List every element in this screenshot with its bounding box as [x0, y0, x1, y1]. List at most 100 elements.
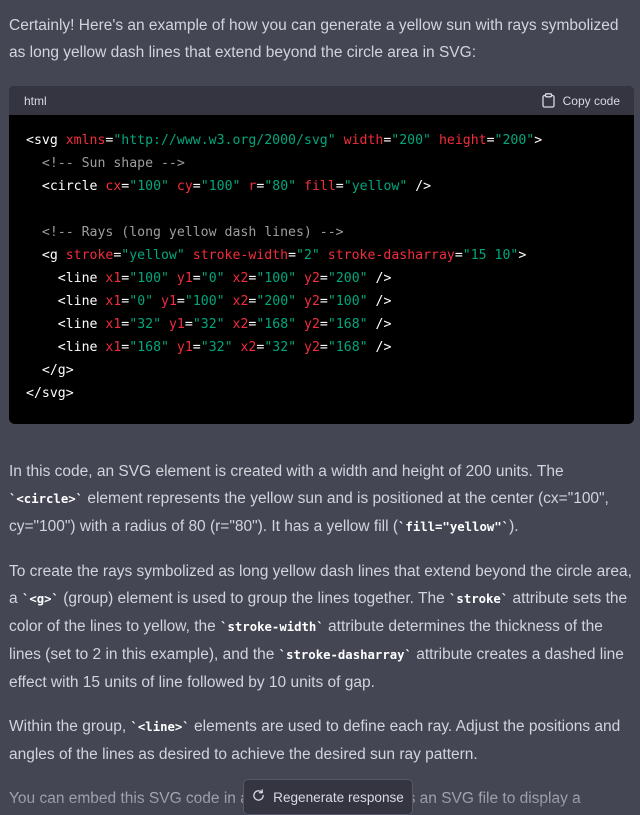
code-token: <!-- Rays (long yellow dash lines) --> [41, 225, 344, 240]
code-token: "100" [184, 294, 225, 309]
copy-code-button[interactable]: Copy code [541, 93, 620, 108]
code-token: "2" [296, 248, 320, 263]
code-token: height [438, 133, 487, 148]
code-token: <line [26, 294, 106, 309]
code-token: stroke [65, 248, 114, 263]
code-token: = [335, 179, 344, 194]
code-block: html Copy code <svg xmlns = "http://www.w3… [9, 86, 634, 424]
code-token: y2 [304, 340, 320, 355]
paragraph-text: (group) element is used to group the lin… [58, 590, 450, 607]
code-token: = [192, 271, 201, 286]
code-token: "32" [129, 317, 162, 332]
code-token: = [192, 340, 201, 355]
code-token: "168" [327, 317, 368, 332]
code-token: width [343, 133, 384, 148]
code-token: = [319, 340, 328, 355]
code-token: x1 [105, 317, 122, 332]
code-token: <!-- Sun shape --> [41, 156, 185, 171]
explanation-paragraph: In this code, an SVG element is created … [0, 458, 640, 541]
code-token: <circle [26, 179, 106, 194]
code-token: "200" [391, 133, 431, 148]
code-token: </g> [26, 363, 74, 378]
code-token: = [288, 248, 297, 263]
code-token: x1 [105, 271, 122, 286]
code-token: <svg [26, 133, 66, 148]
refresh-icon [252, 789, 265, 805]
code-line: <svg xmlns="http://www.w3.org/2000/svg" … [26, 129, 634, 152]
code-line: <line x1="0" y1="100" x2="200" y2="100" … [26, 290, 634, 313]
regenerate-response-button[interactable]: Regenerate response [243, 779, 413, 815]
code-token: cy [176, 179, 193, 194]
code-token: x1 [105, 340, 122, 355]
code-token: x2 [232, 271, 249, 286]
code-token: "100" [256, 271, 297, 286]
paragraph-text: Within the group, [9, 718, 131, 735]
code-token: /> [367, 340, 392, 355]
code-token: = [486, 133, 495, 148]
code-token: xmlns [65, 133, 106, 148]
code-token: "168" [256, 317, 297, 332]
code-token: "168" [327, 340, 368, 355]
intro-paragraph: Certainly! Here's an example of how you … [9, 17, 619, 61]
code-token: "yellow" [343, 179, 408, 194]
code-token: x1 [105, 294, 122, 309]
paragraph-text: In this code, an SVG element is created … [9, 463, 564, 480]
code-token: y2 [304, 294, 320, 309]
code-line: <line x1="100" y1="0" x2="100" y2="200" … [26, 267, 634, 290]
explanation-section: In this code, an SVG element is created … [0, 458, 640, 812]
code-token: "200" [327, 271, 368, 286]
inline-code: `stroke` [449, 592, 509, 606]
code-token: > [534, 133, 543, 148]
code-token: </svg> [26, 386, 74, 401]
code-line: <!-- Rays (long yellow dash lines) --> [26, 221, 634, 244]
paragraph-text: ). [509, 518, 519, 535]
inline-code: `<line>` [130, 720, 190, 734]
code-token: = [319, 294, 328, 309]
code-line: <line x1="32" y1="32" x2="168" y2="168" … [26, 313, 634, 336]
code-line: </g> [26, 359, 634, 382]
code-content: <svg xmlns="http://www.w3.org/2000/svg" … [9, 115, 634, 405]
chat-response-page: Certainly! Here's an example of how you … [0, 0, 640, 815]
code-token: fill [304, 179, 336, 194]
code-token: stroke-dasharray [327, 248, 455, 263]
explanation-paragraph: Within the group, `<line>` elements are … [0, 713, 640, 768]
code-token: x2 [240, 340, 257, 355]
code-token: /> [367, 294, 392, 309]
code-token: "0" [129, 294, 154, 309]
code-line: </svg> [26, 382, 634, 405]
code-line: <g stroke="yellow" stroke-width="2" stro… [26, 244, 634, 267]
code-token: x2 [232, 317, 249, 332]
code-token: y1 [161, 294, 177, 309]
code-token: = [176, 294, 185, 309]
code-token: "yellow" [121, 248, 185, 263]
code-token: <line [26, 271, 106, 286]
code-line: <circle cx="100" cy="100" r="80" fill="y… [26, 175, 634, 198]
code-token: = [184, 317, 193, 332]
code-token: /> [367, 271, 392, 286]
code-token: y1 [176, 271, 193, 286]
inline-code: `stroke-width` [220, 620, 324, 634]
code-block-header: html Copy code [9, 86, 634, 115]
code-token: "0" [200, 271, 225, 286]
code-token: "32" [192, 317, 225, 332]
code-token: <g [26, 248, 66, 263]
code-token: "100" [200, 179, 241, 194]
code-token: x2 [232, 294, 249, 309]
code-token: /> [367, 317, 392, 332]
clipboard-icon [541, 93, 555, 108]
code-language-label: html [24, 93, 47, 108]
